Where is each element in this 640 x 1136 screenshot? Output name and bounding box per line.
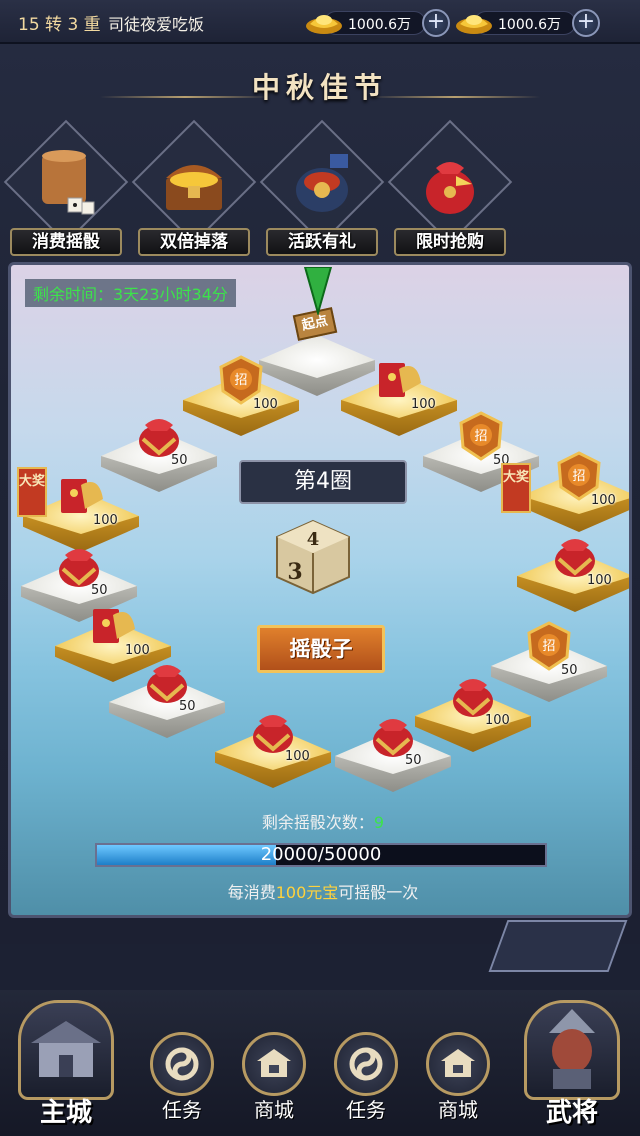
- cost-rule: 每消费100元宝可摇骰一次: [227, 883, 419, 902]
- collapse-toggle-button[interactable]: [488, 920, 628, 972]
- tab-label: 双倍掉落: [138, 228, 250, 256]
- big-prize-flag: 大奖: [501, 463, 531, 513]
- board-cell: 50: [101, 419, 217, 497]
- gold-ingot-icon: [306, 15, 342, 34]
- player-name: 司徒夜爱吃饭: [108, 15, 205, 34]
- nav-shop[interactable]: 商城: [234, 1032, 314, 1128]
- board-cell: 50: [335, 719, 451, 797]
- remaining-rolls: 剩余摇骰次数：9: [261, 813, 385, 832]
- nav-main-city[interactable]: 主城: [14, 1000, 118, 1130]
- nav-label: 商城: [438, 1098, 478, 1122]
- board-cell: 100: [517, 539, 629, 617]
- add-currency-button[interactable]: +: [572, 9, 600, 37]
- tab-label: 消费摇骰: [10, 228, 122, 256]
- event-title: 中秋佳节: [251, 71, 388, 104]
- shop-icon: [257, 1049, 291, 1077]
- tab-label: 活跃有礼: [266, 228, 378, 256]
- dice-board: 剩余时间：3天23小时34分 起点 招 100 100 招 50 招 100 100 招 50 10…: [8, 262, 632, 918]
- cell-reward: 100: [93, 513, 118, 528]
- warrior-portrait-icon: [549, 1009, 595, 1089]
- tab-consume-dice[interactable]: 消费摇骰: [3, 119, 129, 258]
- progress-text: 20000/50000: [260, 844, 382, 865]
- cell-reward: 50: [91, 583, 108, 598]
- dice-icon: 4 3: [276, 519, 350, 595]
- remaining-time: 剩余时间：3天23小时34分: [25, 279, 236, 307]
- board-cell: 100: [215, 715, 331, 793]
- remaining-rolls-count: 9: [373, 813, 385, 832]
- cell-reward: 50: [171, 453, 188, 468]
- nav-general[interactable]: 武将: [520, 1000, 624, 1130]
- cell-reward: 50: [179, 699, 196, 714]
- nav-shop-2[interactable]: 商城: [418, 1032, 498, 1128]
- palace-icon: [31, 1021, 101, 1077]
- treasure-chest-icon: [166, 165, 222, 210]
- cell-reward: 100: [253, 397, 278, 412]
- nav-tasks[interactable]: 任务: [142, 1032, 222, 1128]
- svg-text:招: 招: [474, 429, 487, 444]
- nav-label: 商城: [254, 1098, 294, 1122]
- gold-ingot-icon: [456, 15, 492, 34]
- currency-gold-1: 1000.6万 +: [304, 6, 452, 38]
- tab-flash-sale[interactable]: 限时抢购: [387, 119, 513, 258]
- nav-label: 任务: [346, 1098, 386, 1122]
- board-cell: 50: [109, 665, 225, 743]
- nav-label: 任务: [162, 1098, 202, 1122]
- currency-gold-2: 1000.6万 +: [454, 6, 602, 38]
- board-cell: 招 100: [521, 451, 629, 537]
- cell-reward: 100: [285, 749, 310, 764]
- player-level: 15 转 3 重: [18, 15, 101, 35]
- dice-face-top: 4: [307, 529, 320, 550]
- round-indicator: 第4圈: [239, 460, 407, 504]
- shop-icon: [441, 1049, 475, 1077]
- dice-face-front: 3: [287, 559, 302, 585]
- tab-double-drop[interactable]: 双倍掉落: [131, 119, 257, 258]
- tab-label: 限时抢购: [394, 228, 506, 256]
- nav-label: 主城: [39, 1098, 92, 1128]
- cell-reward: 100: [411, 397, 436, 412]
- cell-reward: 50: [405, 753, 422, 768]
- add-currency-button[interactable]: +: [422, 9, 450, 37]
- cell-reward: 50: [561, 663, 578, 678]
- cell-reward: 100: [591, 493, 616, 508]
- spend-progress-bar: 20000/50000: [95, 843, 547, 867]
- big-prize-flag: 大奖: [17, 467, 47, 517]
- currency-value: 1000.6万: [348, 17, 411, 33]
- lucky-bag-icon: [426, 162, 474, 214]
- top-status-bar: 15 转 3 重 司徒夜爱吃饭 1000.6万 + 1000.6万 +: [0, 0, 640, 44]
- cell-reward: 100: [485, 713, 510, 728]
- bottom-nav: 主城 任务 商城 任务 商城 武将: [0, 990, 640, 1136]
- swirl-icon: [165, 1047, 199, 1081]
- roll-dice-button[interactable]: 摇骰子: [257, 625, 385, 673]
- gift-pot-icon: [296, 154, 348, 212]
- arrow-down-icon: [303, 267, 333, 315]
- nav-label: 武将: [545, 1098, 598, 1128]
- tab-active-gift[interactable]: 活跃有礼: [259, 119, 385, 258]
- currency-value: 1000.6万: [498, 17, 561, 33]
- nav-tasks-2[interactable]: 任务: [326, 1032, 406, 1128]
- svg-text:招: 招: [542, 639, 555, 654]
- svg-text:招: 招: [234, 373, 247, 388]
- dice-cup-icon: [42, 150, 95, 215]
- cell-reward: 100: [587, 573, 612, 588]
- swirl-icon: [349, 1047, 383, 1081]
- svg-text:招: 招: [572, 469, 585, 484]
- event-panel: 中秋佳节 消费摇骰 双倍掉落 活跃有礼 限时抢购 剩余时间：3天23小时34分 …: [0, 44, 640, 944]
